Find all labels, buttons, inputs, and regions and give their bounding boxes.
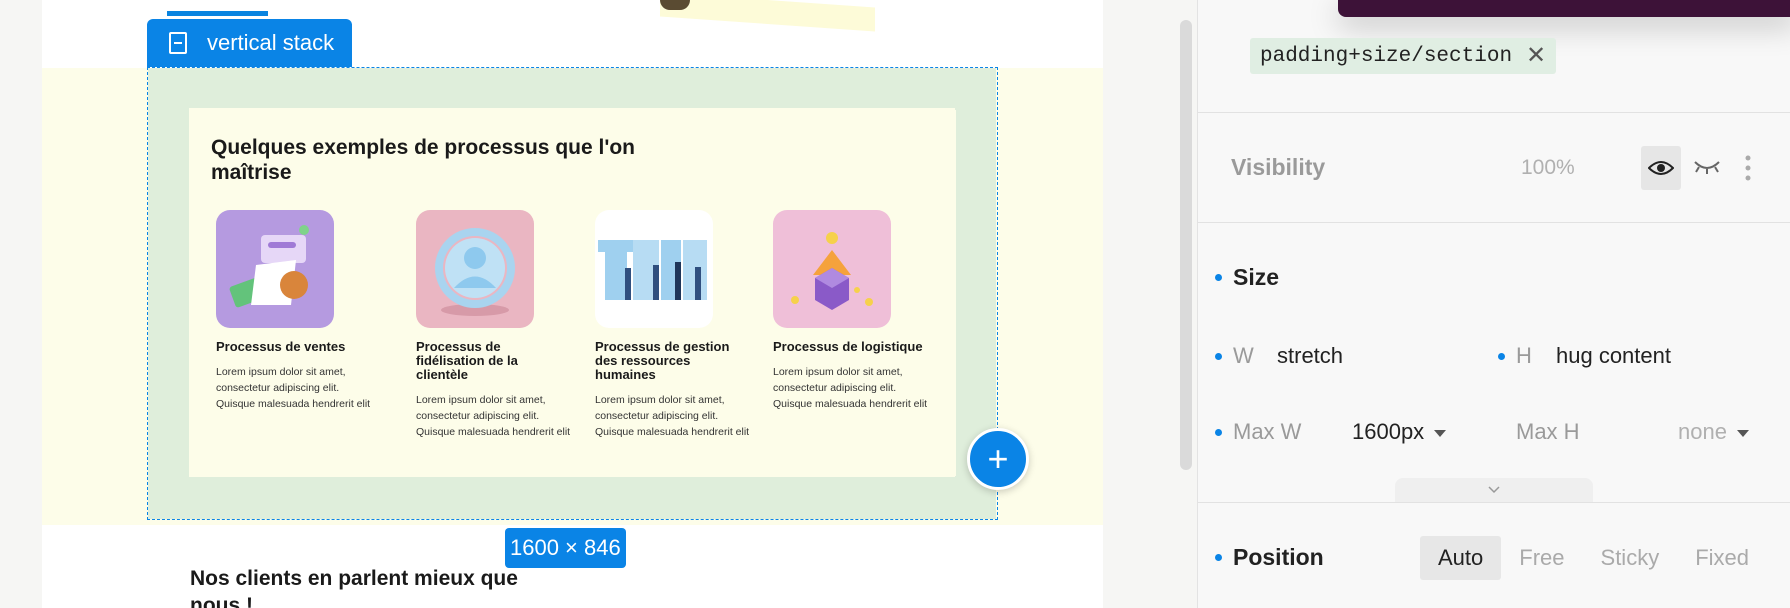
card-title: Processus de fidélisation de la clientèl… xyxy=(416,339,518,382)
size-indicator-dot xyxy=(1215,274,1222,281)
chevron-down-icon xyxy=(1488,486,1500,494)
maxw-indicator-dot xyxy=(1215,429,1222,436)
box-illustration xyxy=(773,210,891,328)
divider xyxy=(1198,502,1790,503)
sales-illustration xyxy=(216,210,334,328)
width-label: W xyxy=(1233,343,1254,368)
process-card[interactable]: Processus de gestion des ressources huma… xyxy=(595,210,755,440)
max-width-label: Max W xyxy=(1233,419,1302,444)
vertical-stack-label[interactable]: vertical stack xyxy=(147,19,353,67)
divider xyxy=(1198,112,1790,113)
section-title: Quelques exemples de processus que l'on … xyxy=(211,136,635,184)
eye-closed-icon[interactable] xyxy=(1693,158,1721,176)
vertical-stack-label-text: vertical stack xyxy=(207,30,335,55)
process-card[interactable]: Processus de ventes Lorem ipsum dolor si… xyxy=(216,210,376,412)
more-options-icon[interactable] xyxy=(1745,155,1751,181)
editor-canvas[interactable]: vertical stack Quelques exemples de proc… xyxy=(0,0,1200,608)
padding-bottom-overlay xyxy=(148,477,996,519)
height-label: H xyxy=(1516,343,1532,368)
card-description: Lorem ipsum dolor sit amet, consectetur … xyxy=(416,394,571,438)
height-value[interactable]: hug content xyxy=(1556,343,1671,369)
team-illustration xyxy=(595,210,713,328)
card-title: Processus de gestion des ressources huma… xyxy=(595,339,730,382)
close-icon[interactable]: ✕ xyxy=(1526,41,1546,71)
profile-illustration xyxy=(416,210,534,328)
vertical-stack-icon xyxy=(169,32,187,54)
padding-top-overlay xyxy=(148,68,996,108)
style-tag-label: padding+size/section xyxy=(1260,44,1513,68)
add-element-button[interactable]: + xyxy=(967,428,1029,490)
chevron-down-icon xyxy=(1434,429,1447,437)
divider xyxy=(1198,222,1790,223)
card-title: Processus de logistique xyxy=(773,339,923,354)
position-indicator-dot xyxy=(1215,554,1222,561)
max-width-value: 1600px xyxy=(1352,419,1425,444)
w-indicator-dot xyxy=(1215,353,1222,360)
card-description: Lorem ipsum dolor sit amet, consectetur … xyxy=(595,394,750,438)
position-option-auto[interactable]: Auto xyxy=(1420,536,1502,580)
chevron-down-icon xyxy=(1736,429,1749,437)
card-description: Lorem ipsum dolor sit amet, consectetur … xyxy=(216,366,371,410)
style-tag[interactable]: padding+size/section ✕ xyxy=(1250,38,1557,74)
position-option-fixed[interactable]: Fixed xyxy=(1677,536,1767,580)
size-heading: Size xyxy=(1233,264,1280,290)
overlapping-window xyxy=(1338,0,1790,17)
visibility-label: Visibility xyxy=(1231,154,1326,180)
visible-toggle[interactable] xyxy=(1641,146,1681,190)
padding-left-overlay xyxy=(148,68,189,519)
visibility-opacity[interactable]: 100% xyxy=(1521,156,1575,180)
process-card[interactable]: Processus de logistique Lorem ipsum dolo… xyxy=(773,210,933,412)
width-value[interactable]: stretch xyxy=(1277,343,1343,369)
position-mode-selector[interactable]: Auto Free Sticky Fixed xyxy=(1420,536,1767,580)
next-section-title: Nos clients en parlent mieux que nous ! xyxy=(190,567,518,608)
max-height-select[interactable]: none xyxy=(1678,419,1749,445)
card-description: Lorem ipsum dolor sit amet, consectetur … xyxy=(773,366,928,410)
inspector-panel: padding+size/section ✕ Visibility 100% S… xyxy=(1197,0,1790,608)
process-card[interactable]: Processus de fidélisation de la clientèl… xyxy=(416,210,576,440)
position-option-sticky[interactable]: Sticky xyxy=(1583,536,1678,580)
max-width-select[interactable]: 1600px xyxy=(1352,419,1447,445)
canvas-scrollbar[interactable] xyxy=(1180,20,1192,470)
max-height-label: Max H xyxy=(1516,419,1580,444)
h-indicator-dot xyxy=(1498,353,1505,360)
size-badge: 1600 × 846 xyxy=(505,528,626,568)
expand-size-options[interactable] xyxy=(1395,478,1593,502)
position-heading: Position xyxy=(1233,544,1324,570)
eye-icon xyxy=(1648,161,1674,175)
previous-section-accent-bar xyxy=(167,11,268,16)
max-height-value: none xyxy=(1678,419,1727,444)
card-title: Processus de ventes xyxy=(216,339,346,354)
position-option-free[interactable]: Free xyxy=(1501,536,1582,580)
